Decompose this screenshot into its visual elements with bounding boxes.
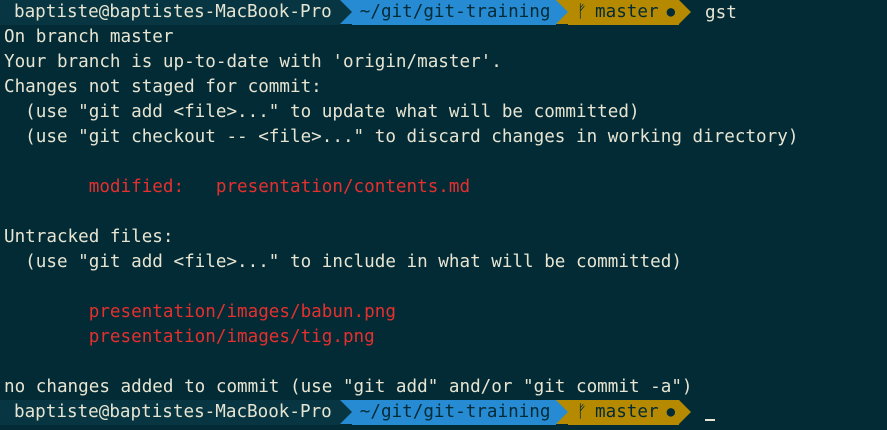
- output-on-branch: On branch master: [4, 27, 174, 47]
- modified-label: modified:: [4, 177, 216, 197]
- prompt-user-host: baptiste@baptistes-MacBook-Pro: [0, 0, 340, 25]
- prompt-line-2: baptiste@baptistes-MacBook-Pro ~/git/git…: [0, 400, 716, 425]
- dirty-indicator-icon: ●: [666, 4, 676, 20]
- untracked-file: presentation/images/tig.png: [4, 327, 375, 347]
- prompt-directory: ~/git/git-training: [351, 400, 557, 425]
- dirty-indicator-icon: ●: [666, 404, 676, 420]
- output-hint-add: (use "git add <file>..." to update what …: [4, 102, 640, 122]
- output-changes-header: Changes not staged for commit:: [4, 77, 322, 97]
- modified-file: presentation/contents.md: [215, 177, 471, 197]
- prompt-branch-name: master: [595, 402, 659, 422]
- prompt-line-1: baptiste@baptistes-MacBook-Pro ~/git/git…: [0, 0, 737, 25]
- command-text: gst: [705, 2, 737, 23]
- prompt-branch-name: master: [595, 2, 659, 22]
- prompt-user-host: baptiste@baptistes-MacBook-Pro: [0, 400, 340, 425]
- powerline-separator-icon: [339, 0, 352, 24]
- output-hint-checkout: (use "git checkout -- <file>..." to disc…: [4, 127, 799, 147]
- output-modified-row: modified: presentation/contents.md: [4, 175, 470, 200]
- prompt-directory: ~/git/git-training: [351, 0, 557, 25]
- powerline-separator-icon: [679, 400, 692, 424]
- powerline-separator-icon: [339, 400, 352, 424]
- output-summary: no changes added to commit (use "git add…: [4, 377, 693, 397]
- git-branch-icon: ᚠ: [576, 2, 588, 22]
- output-up-to-date: Your branch is up-to-date with 'origin/m…: [4, 52, 502, 72]
- output-untracked-header: Untracked files:: [4, 227, 174, 247]
- powerline-separator-icon: [679, 0, 692, 24]
- powerline-separator-icon: [556, 400, 569, 424]
- terminal-cursor[interactable]: [705, 419, 716, 421]
- powerline-separator-icon: [556, 0, 569, 24]
- terminal-window[interactable]: baptiste@baptistes-MacBook-Pro ~/git/git…: [0, 0, 887, 430]
- output-hint-untracked: (use "git add <file>..." to include in w…: [4, 252, 682, 272]
- prompt-git-segment: ᚠ master ●: [568, 400, 680, 425]
- git-branch-icon: ᚠ: [576, 402, 588, 422]
- untracked-file: presentation/images/babun.png: [4, 302, 396, 322]
- prompt-git-segment: ᚠ master ●: [568, 0, 680, 25]
